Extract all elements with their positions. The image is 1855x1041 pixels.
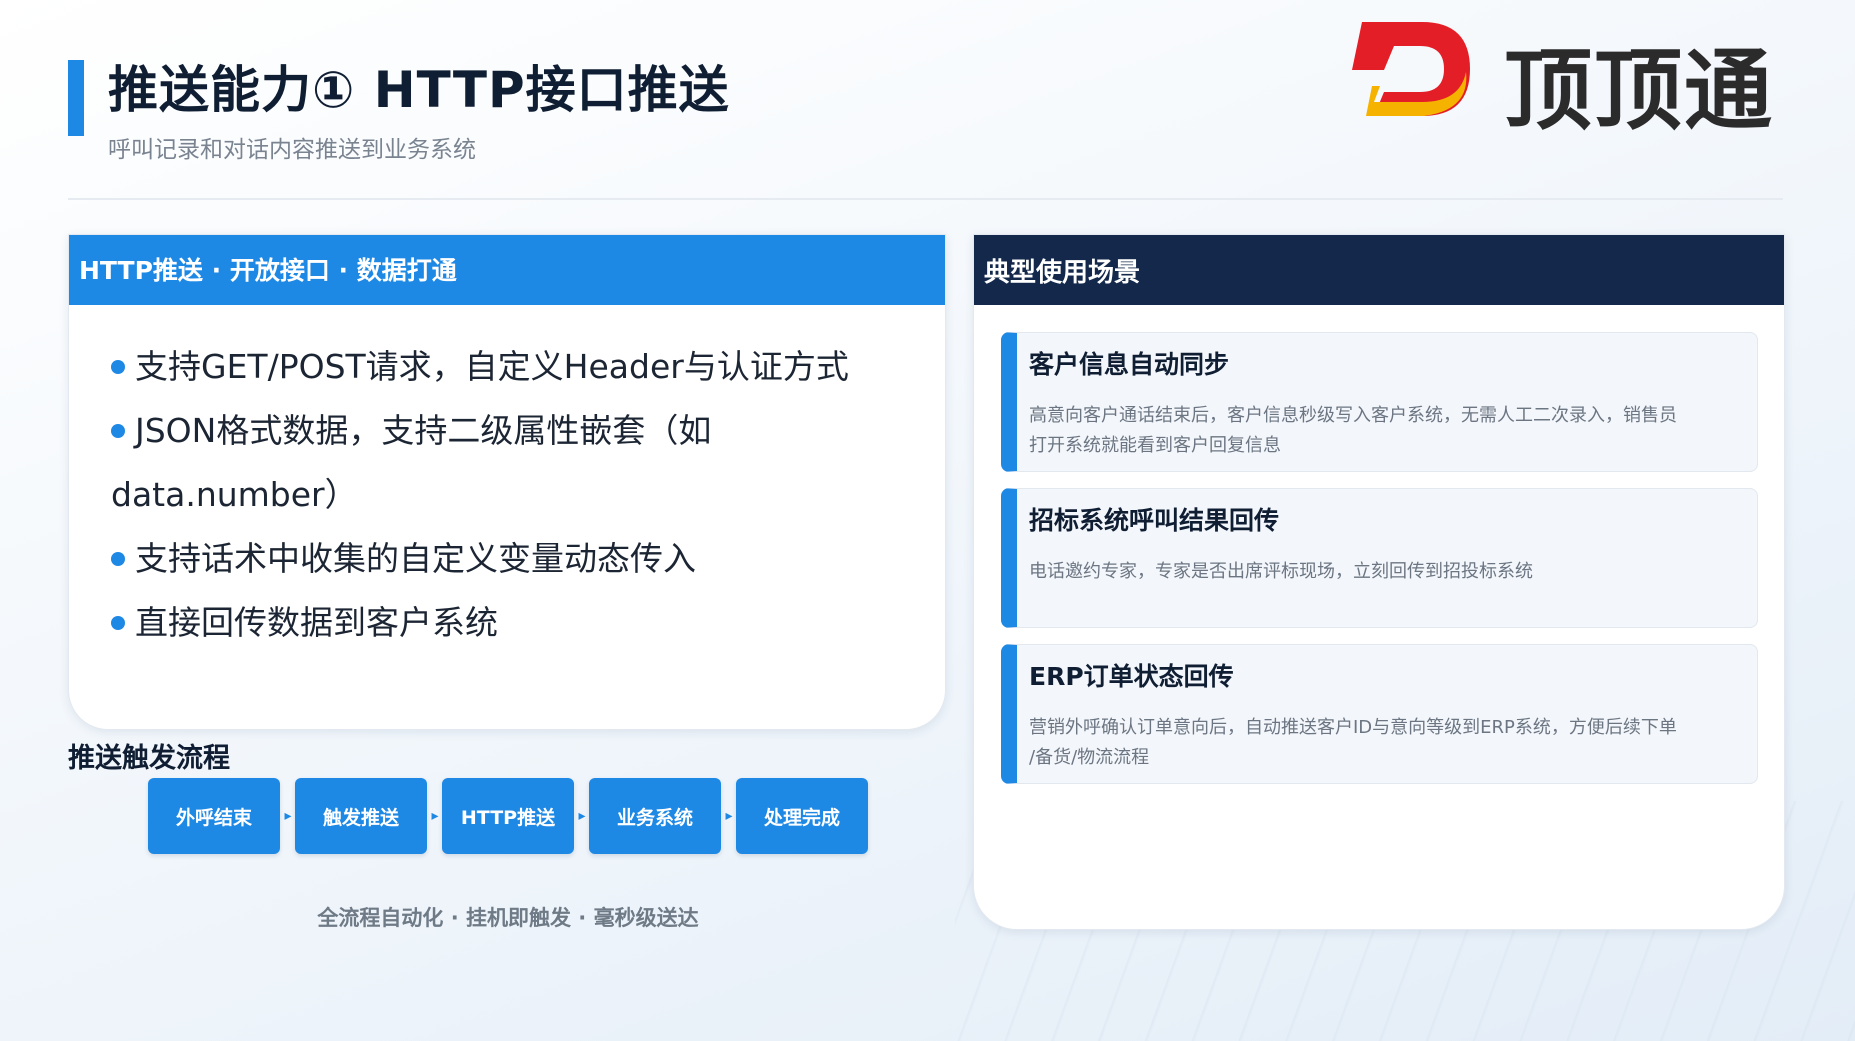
scenario-desc-line: 营销外呼确认订单意向后，自动推送客户ID与意向等级到ERP系统，方便后续下单	[1029, 717, 1677, 738]
scenario-item: 招标系统呼叫结果回传 电话邀约专家，专家是否出席评标现场，立刻回传到招投标系统	[1001, 488, 1758, 628]
brand-logo: 顶顶通	[1352, 14, 1832, 142]
logo-text: 顶顶通	[1504, 39, 1775, 142]
bullet-dot-icon	[111, 616, 125, 630]
bullet-dot-icon	[111, 360, 125, 374]
scenario-title: ERP订单状态回传	[1029, 662, 1234, 691]
flow-step: 外呼结束	[148, 778, 280, 854]
flow-title: 推送触发流程	[68, 743, 230, 774]
flow-step: 处理完成	[736, 778, 868, 854]
flow-step: 触发推送	[295, 778, 427, 854]
feature-bullet: 支持话术中收集的自定义变量动态传入	[111, 527, 905, 591]
scenario-desc-line: 电话邀约专家，专家是否出席评标现场，立刻回传到招投标系统	[1029, 561, 1533, 582]
scenario-desc-line: 打开系统就能看到客户回复信息	[1029, 435, 1281, 456]
feature-bullet-text: 直接回传数据到客户系统	[135, 603, 498, 642]
bullet-dot-icon	[111, 424, 125, 438]
flow-step: 业务系统	[589, 778, 721, 854]
feature-bullet-list: 支持GET/POST请求，自定义Header与认证方式 JSON格式数据，支持二…	[69, 305, 945, 655]
flow-arrow-icon: ▸	[578, 808, 586, 824]
feature-bullet-text: 支持话术中收集的自定义变量动态传入	[135, 539, 696, 578]
page-subtitle: 呼叫记录和对话内容推送到业务系统	[108, 137, 476, 163]
feature-bullet-text: JSON格式数据，支持二级属性嵌套（如	[135, 411, 712, 450]
feature-bullet: 直接回传数据到客户系统	[111, 591, 905, 655]
scenario-title: 招标系统呼叫结果回传	[1029, 506, 1280, 535]
use-cases-card-header: 典型使用场景	[974, 235, 1784, 305]
flow-caption: 全流程自动化 · 挂机即触发 · 毫秒级送达	[317, 906, 699, 930]
scenario-item: ERP订单状态回传 营销外呼确认订单意向后，自动推送客户ID与意向等级到ERP系…	[1001, 644, 1758, 784]
scenario-desc-line: 高意向客户通话结束后，客户信息秒级写入客户系统，无需人工二次录入，销售员	[1029, 405, 1677, 426]
scenario-title: 客户信息自动同步	[1029, 350, 1230, 379]
flow-arrow-icon: ▸	[284, 808, 292, 824]
page-title: 推送能力① HTTP接口推送	[108, 61, 730, 119]
http-push-card-header: HTTP推送 · 开放接口 · 数据打通	[69, 235, 945, 305]
title-accent-bar	[68, 60, 84, 136]
feature-bullet-continuation: data.number）	[111, 475, 358, 514]
flow-arrow-icon: ▸	[725, 808, 733, 824]
feature-bullet-text: 支持GET/POST请求，自定义Header与认证方式	[135, 347, 849, 386]
http-push-card: HTTP推送 · 开放接口 · 数据打通 支持GET/POST请求，自定义Hea…	[68, 234, 946, 730]
scenario-item: 客户信息自动同步 高意向客户通话结束后，客户信息秒级写入客户系统，无需人工二次录…	[1001, 332, 1758, 472]
flow-step: HTTP推送	[442, 778, 574, 854]
feature-bullet: JSON格式数据，支持二级属性嵌套（如	[111, 399, 905, 463]
push-flow: 外呼结束 ▸ 触发推送 ▸ HTTP推送 ▸ 业务系统 ▸ 处理完成	[148, 778, 868, 854]
flow-arrow-icon: ▸	[431, 808, 439, 824]
header-divider	[68, 198, 1783, 200]
scenario-desc-line: /备货/物流流程	[1029, 747, 1150, 768]
feature-bullet: 支持GET/POST请求，自定义Header与认证方式	[111, 335, 905, 399]
logo-mark-icon	[1352, 22, 1470, 116]
bullet-dot-icon	[111, 552, 125, 566]
use-cases-card: 典型使用场景 客户信息自动同步 高意向客户通话结束后，客户信息秒级写入客户系统，…	[973, 234, 1785, 930]
